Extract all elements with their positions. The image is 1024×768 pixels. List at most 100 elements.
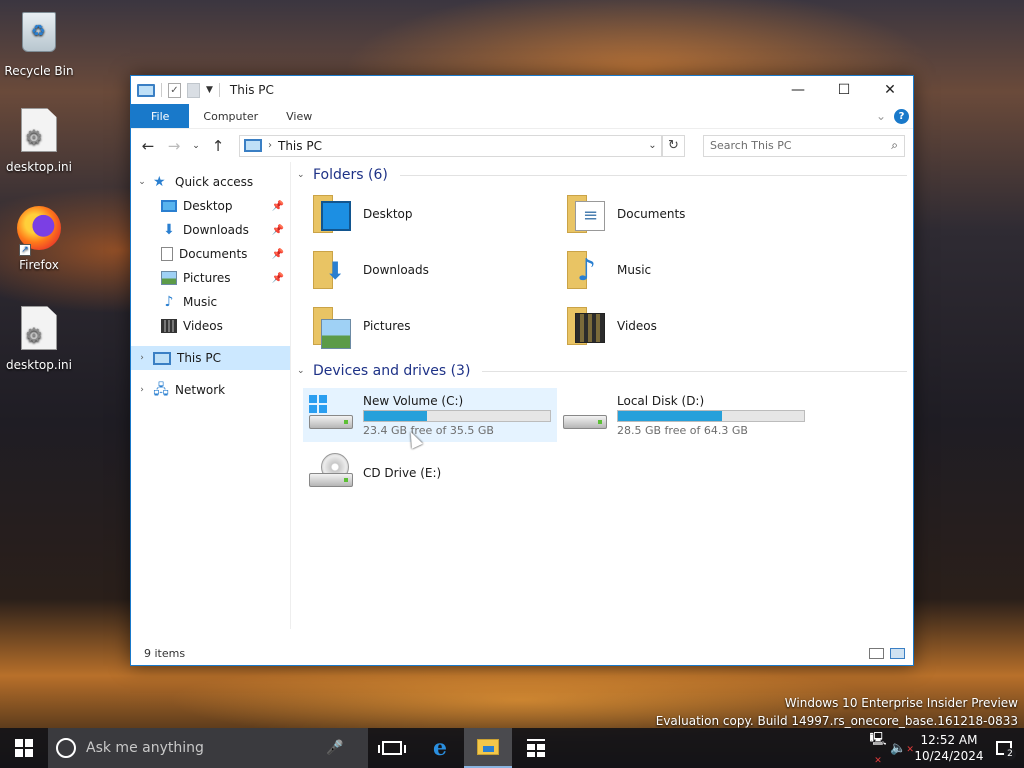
pin-icon: 📌: [271, 272, 284, 284]
folder-pictures[interactable]: Pictures: [311, 300, 565, 352]
task-view-button[interactable]: [368, 728, 416, 768]
collapse-chevron-icon[interactable]: ⌄: [297, 366, 307, 376]
edge-taskbar-button[interactable]: e: [416, 728, 464, 768]
system-tray: 🖳✕ 🔈✕ 12:52 AM 10/24/2024 2: [866, 728, 1024, 768]
nav-item-documents[interactable]: Documents 📌: [131, 242, 290, 266]
breadcrumb-this-pc[interactable]: This PC: [278, 139, 322, 153]
back-arrow-icon[interactable]: ←: [137, 137, 159, 155]
network-icon: 🖧: [153, 382, 169, 398]
properties-icon[interactable]: ✓: [168, 82, 181, 98]
cortana-search-box[interactable]: 🎤: [48, 728, 368, 768]
expand-chevron-icon[interactable]: ›: [137, 385, 147, 395]
folder-grid: Desktop Documents Downloads Music Pictur…: [297, 188, 907, 352]
navigation-pane: ⌄ ★ Quick access Desktop 📌 ⬇ Downloads 📌…: [131, 162, 291, 629]
section-divider: [399, 174, 907, 176]
search-input[interactable]: [710, 139, 892, 152]
desktop-icon-label: desktop.ini: [6, 358, 72, 372]
nav-item-downloads[interactable]: ⬇ Downloads 📌: [131, 218, 290, 242]
desktop-icon-label: desktop.ini: [6, 160, 72, 174]
microphone-icon[interactable]: 🎤: [326, 740, 343, 756]
nav-item-pictures[interactable]: Pictures 📌: [131, 266, 290, 290]
nav-item-desktop[interactable]: Desktop 📌: [131, 194, 290, 218]
action-center-button[interactable]: 2: [984, 728, 1024, 768]
desktop-icon-recycle-bin[interactable]: Recycle Bin: [0, 8, 78, 78]
desktop-icon: [161, 200, 177, 212]
section-heading: Folders (6): [313, 167, 388, 183]
desktop-icon-label: Recycle Bin: [4, 64, 74, 78]
drive-d[interactable]: Local Disk (D:) 28.5 GB free of 64.3 GB: [557, 388, 811, 442]
help-icon[interactable]: ?: [894, 108, 909, 124]
refresh-icon[interactable]: ↻: [663, 134, 685, 157]
network-disconnected-icon[interactable]: 🖳✕: [866, 730, 890, 767]
firefox-icon: ↗: [17, 206, 61, 256]
nav-item-label: Videos: [183, 319, 223, 333]
clock[interactable]: 12:52 AM 10/24/2024: [914, 732, 984, 764]
title-bar[interactable]: ✓ ▼ This PC — ☐ ✕: [131, 76, 913, 104]
store-icon: [527, 739, 545, 757]
documents-folder-icon: [565, 193, 609, 235]
large-icons-view-icon[interactable]: [890, 647, 905, 659]
nav-item-label: Pictures: [183, 271, 231, 285]
nav-item-quick-access[interactable]: ⌄ ★ Quick access: [131, 170, 290, 194]
task-view-icon: [378, 741, 406, 755]
star-icon: ★: [153, 174, 166, 190]
this-pc-icon: [244, 139, 262, 152]
nav-item-this-pc[interactable]: › This PC: [131, 346, 290, 370]
address-dropdown-icon[interactable]: ⌄: [644, 135, 662, 156]
nav-item-label: This PC: [177, 351, 221, 365]
this-pc-icon: [137, 83, 155, 97]
folder-documents[interactable]: Documents: [565, 188, 819, 240]
nav-item-music[interactable]: ♪ Music: [131, 290, 290, 314]
toolbar-divider: [218, 83, 220, 97]
desktop-icon-desktop-ini[interactable]: desktop.ini: [0, 108, 78, 174]
tab-file[interactable]: File: [131, 104, 190, 128]
tab-view[interactable]: View: [272, 104, 326, 128]
quick-access-toolbar: ✓ ▼: [137, 82, 220, 98]
nav-item-videos[interactable]: Videos: [131, 314, 290, 338]
nav-item-label: Documents: [179, 247, 248, 261]
tab-computer[interactable]: Computer: [189, 104, 272, 128]
file-explorer-taskbar-button[interactable]: [464, 728, 512, 768]
minimize-button[interactable]: —: [775, 76, 821, 104]
expand-ribbon-chevron-icon[interactable]: ⌄: [876, 109, 886, 123]
notification-count: 2: [1004, 748, 1016, 760]
forward-arrow-icon[interactable]: →: [163, 137, 185, 155]
address-bar[interactable]: › This PC ⌄: [239, 134, 663, 157]
collapse-chevron-icon[interactable]: ⌄: [297, 170, 307, 180]
details-view-icon[interactable]: [869, 647, 884, 659]
evaluation-watermark: Windows 10 Enterprise Insider Preview Ev…: [656, 694, 1018, 730]
maximize-button[interactable]: ☐: [821, 76, 867, 104]
document-icon: [161, 247, 173, 261]
folder-label: Documents: [617, 207, 686, 221]
section-folders-header[interactable]: ⌄ Folders (6): [297, 162, 907, 188]
volume-muted-icon[interactable]: 🔈✕: [890, 741, 914, 756]
close-button[interactable]: ✕: [867, 76, 913, 104]
drive-c[interactable]: New Volume (C:) 23.4 GB free of 35.5 GB: [303, 388, 557, 442]
expand-chevron-icon[interactable]: ⌄: [137, 177, 147, 187]
drive-e[interactable]: CD Drive (E:): [303, 446, 557, 500]
section-devices-header[interactable]: ⌄ Devices and drives (3): [297, 358, 907, 384]
taskbar-search-input[interactable]: [86, 740, 316, 756]
search-box[interactable]: ⌕: [703, 134, 905, 157]
folder-desktop[interactable]: Desktop: [311, 188, 565, 240]
up-arrow-icon[interactable]: ↑: [207, 137, 229, 155]
breadcrumb-separator-icon[interactable]: ›: [268, 140, 272, 151]
customize-toolbar-chevron-icon[interactable]: ▼: [206, 85, 213, 95]
store-taskbar-button[interactable]: [512, 728, 560, 768]
nav-item-network[interactable]: › 🖧 Network: [131, 378, 290, 402]
folder-label: Downloads: [363, 263, 429, 277]
navigation-bar: ← → ⌄ ↑ › This PC ⌄ ↻ ⌕: [131, 128, 913, 162]
desktop-icon-label: Firefox: [19, 258, 59, 272]
folder-videos[interactable]: Videos: [565, 300, 819, 352]
desktop-icon-firefox[interactable]: ↗ Firefox: [0, 206, 78, 272]
taskbar: 🎤 e 🖳✕ 🔈✕ 12:52 AM 10/24/2024 2: [0, 728, 1024, 768]
folder-music[interactable]: Music: [565, 244, 819, 296]
start-button[interactable]: [0, 728, 48, 768]
desktop-icon-desktop-ini-2[interactable]: desktop.ini: [0, 306, 78, 372]
folder-downloads[interactable]: Downloads: [311, 244, 565, 296]
search-icon[interactable]: ⌕: [891, 138, 898, 153]
expand-chevron-icon[interactable]: ›: [137, 353, 147, 363]
recent-locations-chevron-icon[interactable]: ⌄: [189, 141, 203, 151]
new-folder-icon[interactable]: [187, 82, 200, 98]
clock-time: 12:52 AM: [920, 733, 978, 747]
